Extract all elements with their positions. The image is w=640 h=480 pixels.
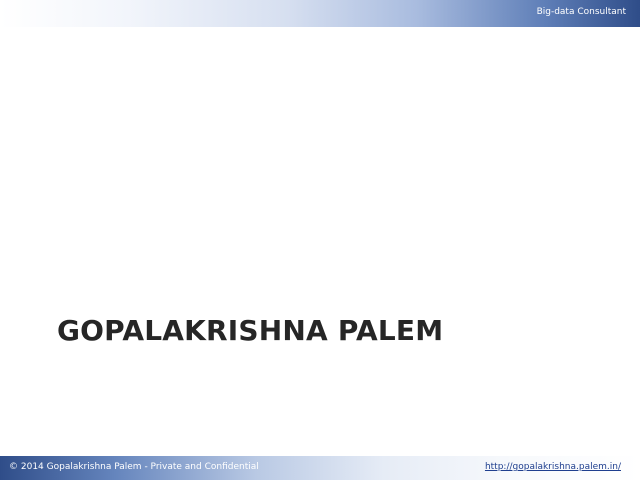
footer-url-link[interactable]: http://gopalakrishna.palem.in/ bbox=[485, 462, 621, 472]
slide-title: GOPALAKRISHNA PALEM bbox=[57, 314, 444, 347]
slide: Big-data Consultant GOPALAKRISHNA PALEM … bbox=[0, 0, 640, 480]
header-band: Big-data Consultant bbox=[0, 0, 640, 27]
header-tagline: Big-data Consultant bbox=[536, 7, 626, 17]
footer-copyright: © 2014 Gopalakrishna Palem - Private and… bbox=[9, 462, 259, 472]
